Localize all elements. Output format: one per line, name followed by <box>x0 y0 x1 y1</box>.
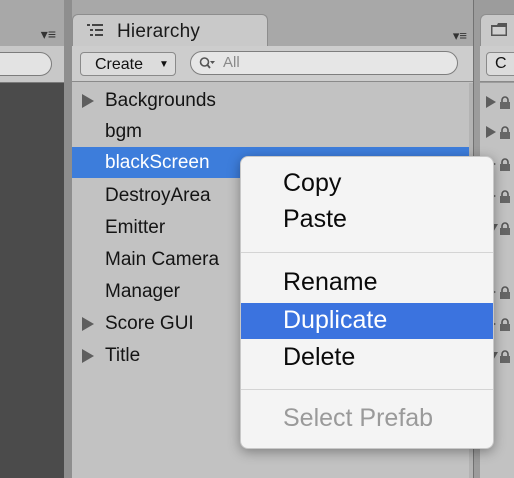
search-icon <box>199 57 215 69</box>
context-menu: Copy Paste Rename Duplicate Delete Selec… <box>240 156 494 449</box>
left-content-area[interactable] <box>0 83 65 478</box>
menu-item-label: Select Prefab <box>283 404 434 432</box>
tab-hierarchy[interactable]: Hierarchy <box>72 14 268 46</box>
menu-item-delete[interactable]: Delete <box>241 340 493 376</box>
lock-icon <box>500 126 510 139</box>
left-search-input[interactable] <box>0 52 52 76</box>
left-tab-strip: ▾≡ <box>0 0 64 46</box>
menu-item-paste[interactable]: Paste <box>241 202 493 238</box>
create-button-label: Create <box>95 56 144 73</box>
menu-item-label: Copy <box>283 169 342 197</box>
tree-item-label: Title <box>105 345 141 366</box>
menu-separator <box>241 252 493 253</box>
project-item[interactable] <box>486 92 514 112</box>
tree-item-label: Score GUI <box>105 313 194 334</box>
lock-icon <box>500 190 510 203</box>
lock-icon <box>500 158 510 171</box>
tree-item-label: Manager <box>105 281 180 302</box>
menu-item-label: Duplicate <box>283 306 388 334</box>
lock-icon <box>500 318 510 331</box>
hierarchy-toolbar: Create ▼ All <box>72 46 473 82</box>
create-button[interactable]: Create ▼ <box>80 52 176 76</box>
menu-separator <box>241 389 493 390</box>
panel-menu-icon[interactable]: ▾≡ <box>453 28 467 44</box>
hierarchy-tab-row: Hierarchy ▾≡ <box>72 0 473 46</box>
foldout-arrow-icon[interactable] <box>82 94 94 108</box>
menu-item-duplicate[interactable]: Duplicate <box>241 303 493 339</box>
menu-item-select-prefab: Select Prefab <box>241 401 493 437</box>
search-input[interactable]: All <box>190 51 458 75</box>
search-placeholder: All <box>223 54 240 71</box>
lock-icon <box>500 96 510 109</box>
left-toolbar <box>0 46 64 83</box>
tree-item-label: Main Camera <box>105 249 220 270</box>
tree-item-label: blackScreen <box>105 152 210 173</box>
tree-item-backgrounds[interactable]: Backgrounds <box>72 85 469 116</box>
foldout-arrow-icon[interactable] <box>82 349 94 363</box>
right-toolbar: C <box>480 46 514 82</box>
tree-item-label: Emitter <box>105 217 166 238</box>
project-item[interactable] <box>486 122 514 142</box>
lock-icon <box>500 286 510 299</box>
tree-item-label: bgm <box>105 121 142 142</box>
foldout-arrow-icon[interactable] <box>486 96 496 108</box>
menu-item-rename[interactable]: Rename <box>241 265 493 301</box>
menu-item-label: Delete <box>283 343 356 371</box>
tree-item-bgm[interactable]: bgm <box>72 116 469 147</box>
menu-item-label: Rename <box>283 268 378 296</box>
folder-icon <box>491 23 507 36</box>
panel-menu-icon[interactable]: ▾≡ <box>41 26 56 43</box>
left-panel: ▾≡ <box>0 0 65 478</box>
tree-item-label: DestroyArea <box>105 185 211 206</box>
tree-item-label: Backgrounds <box>105 90 216 111</box>
lock-icon <box>500 350 510 363</box>
lock-icon <box>500 222 510 235</box>
dropdown-arrow-icon: ▼ <box>159 59 169 70</box>
list-icon <box>87 24 103 36</box>
foldout-arrow-icon[interactable] <box>82 317 94 331</box>
foldout-arrow-icon[interactable] <box>486 126 496 138</box>
menu-item-label: Paste <box>283 205 347 233</box>
tab-title: Hierarchy <box>117 21 201 42</box>
tab-project[interactable] <box>480 14 514 46</box>
right-create-button[interactable]: C <box>486 52 514 76</box>
panel-divider[interactable] <box>64 0 72 478</box>
menu-item-copy[interactable]: Copy <box>241 166 493 202</box>
